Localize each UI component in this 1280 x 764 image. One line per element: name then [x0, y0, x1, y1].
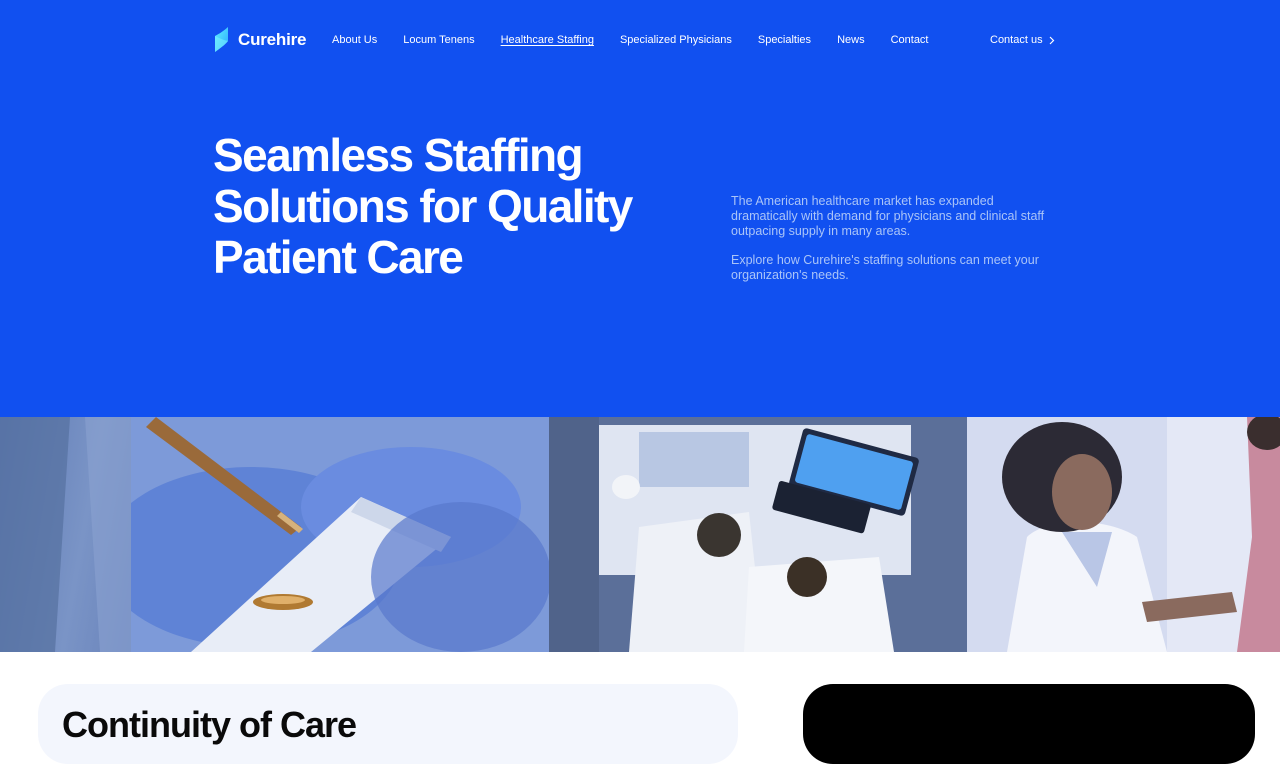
hero-paragraph: The American healthcare market has expan… [731, 194, 1045, 238]
nav-item-news[interactable]: News [837, 34, 865, 46]
photo-doctor-patient [967, 417, 1280, 652]
hero-paragraph: Explore how Curehire's staffing solution… [731, 253, 1039, 282]
chevron-right-icon [1049, 36, 1054, 44]
nav-item-specialized-physicians[interactable]: Specialized Physicians [620, 34, 732, 46]
contact-us-label: Contact us [990, 34, 1043, 46]
hero-title: Seamless Staffing Solutions for Quality … [213, 129, 633, 283]
nav-item-healthcare-staffing[interactable]: Healthcare Staffing [501, 34, 594, 46]
continuity-of-care-card: Continuity of Care [38, 684, 738, 764]
photo-person-edge [0, 417, 131, 652]
photo-lab-pipette [131, 417, 549, 652]
hero-section: Curehire About Us Locum Tenens Healthcar… [0, 0, 1280, 417]
dark-feature-card [803, 684, 1255, 764]
nav-item-specialties[interactable]: Specialties [758, 34, 811, 46]
photo-doctors-computer-art [549, 417, 967, 652]
photo-lab-pipette-art [131, 417, 549, 652]
leaf-logo-icon [215, 27, 228, 52]
photo-doctors-computer [549, 417, 967, 652]
section-title: Continuity of Care [62, 704, 357, 745]
nav-item-contact[interactable]: Contact [891, 34, 929, 46]
brand-logo[interactable]: Curehire [213, 27, 307, 52]
nav-item-locum-tenens[interactable]: Locum Tenens [403, 34, 474, 46]
main-nav: About Us Locum Tenens Healthcare Staffin… [332, 34, 929, 46]
image-strip [0, 417, 1280, 652]
nav-item-about-us[interactable]: About Us [332, 34, 377, 46]
contact-us-button[interactable]: Contact us [990, 34, 1055, 46]
photo-doctor-patient-art [967, 417, 1280, 652]
photo-person-edge-art [0, 417, 131, 652]
hero-description: The American healthcare market has expan… [731, 194, 1061, 297]
brand-name: Curehire [238, 29, 307, 49]
